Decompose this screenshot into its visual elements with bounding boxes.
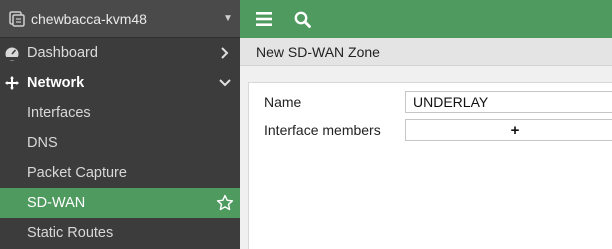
name-label: Name: [264, 94, 302, 110]
sidebar-item-label: Interfaces: [27, 105, 91, 121]
menu-icon[interactable]: [252, 7, 276, 31]
add-interface-member-button[interactable]: +: [405, 119, 612, 141]
top-bar: [240, 0, 612, 38]
sidebar: chewbacca-kvm48 ▼ Dashboard Network Inte…: [0, 0, 240, 249]
sidebar-item-static-routes[interactable]: Static Routes: [0, 218, 240, 248]
sidebar-item-packet-capture[interactable]: Packet Capture: [0, 158, 240, 188]
sidebar-item-dns[interactable]: DNS: [0, 128, 240, 158]
sidebar-item-label: Packet Capture: [27, 165, 127, 181]
sidebar-item-label: Network: [27, 75, 85, 91]
device-name: chewbacca-kvm48: [31, 10, 147, 27]
chevron-right-icon: [218, 46, 232, 60]
page-title: New SD-WAN Zone: [256, 43, 380, 60]
sidebar-item-label: DNS: [27, 135, 58, 151]
search-icon[interactable]: [290, 7, 314, 31]
plus-icon: +: [510, 121, 520, 139]
chevron-down-icon[interactable]: ▼: [220, 13, 236, 24]
sidebar-item-interfaces[interactable]: Interfaces: [0, 98, 240, 128]
chevron-down-icon: [218, 76, 232, 90]
sidebar-item-label: Static Routes: [27, 225, 114, 241]
sidebar-item-network[interactable]: Network: [0, 68, 240, 98]
device-icon: [7, 9, 27, 29]
dashboard-icon: [3, 44, 21, 62]
sidebar-item-sd-wan[interactable]: SD-WAN: [0, 188, 240, 218]
interface-members-label: Interface members: [264, 122, 381, 138]
network-icon: [3, 74, 21, 92]
name-input[interactable]: [405, 91, 612, 113]
page-title-bar: New SD-WAN Zone: [240, 38, 612, 66]
sidebar-item-dashboard[interactable]: Dashboard: [0, 38, 240, 68]
content-area: Name Interface members +: [240, 66, 612, 249]
sidebar-item-label: SD-WAN: [27, 195, 86, 211]
form-panel: Name Interface members +: [248, 82, 612, 249]
sidebar-item-label: Dashboard: [27, 45, 98, 61]
star-icon[interactable]: [216, 194, 234, 212]
device-selector[interactable]: chewbacca-kvm48 ▼: [0, 0, 240, 38]
